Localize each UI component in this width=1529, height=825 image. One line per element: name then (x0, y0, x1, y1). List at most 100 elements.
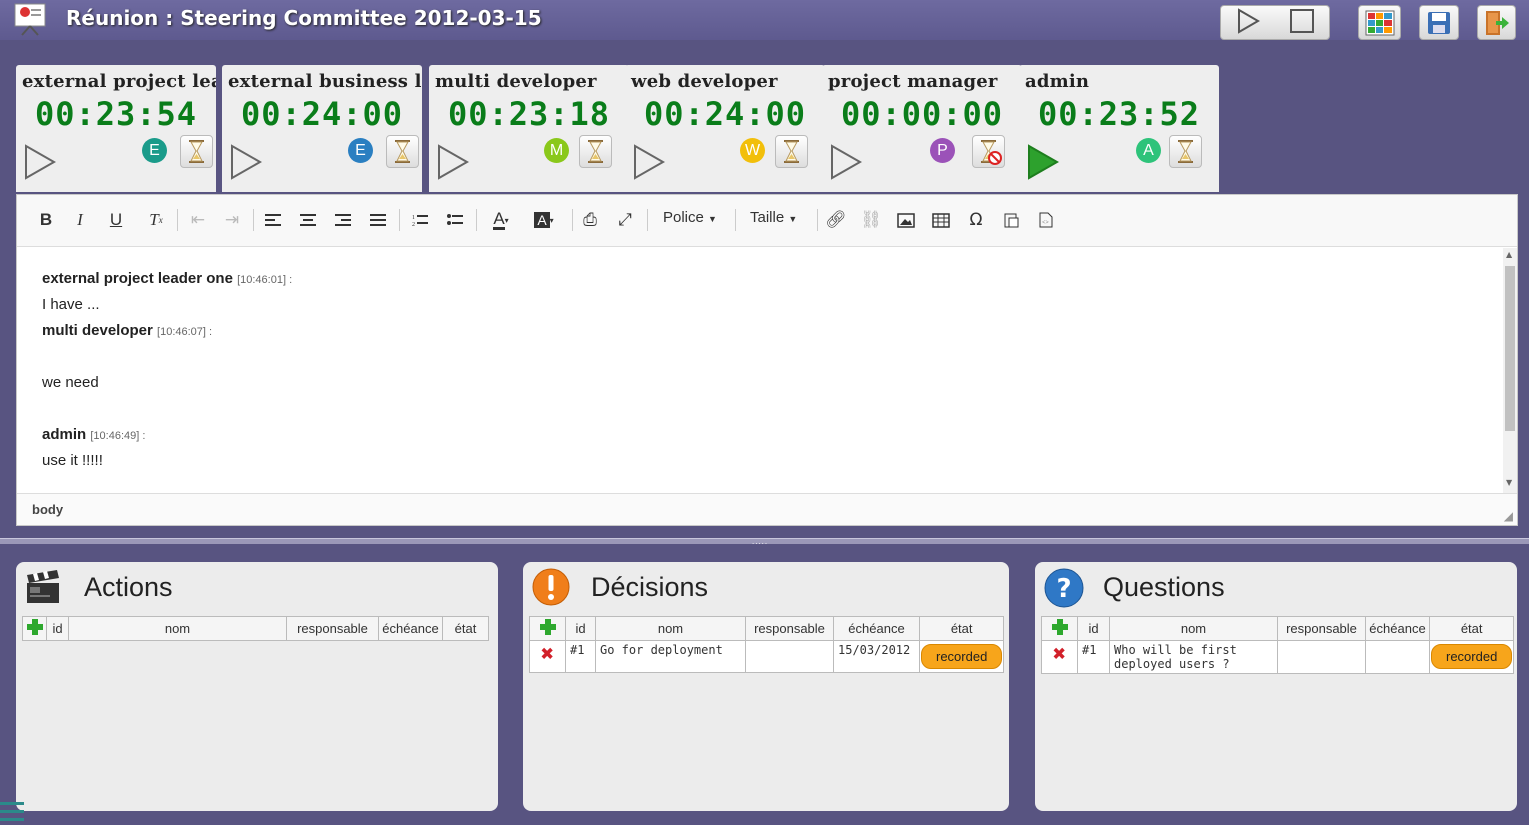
participant-name: external project lead (22, 71, 216, 92)
resize-handle-icon[interactable]: ◢ (1504, 509, 1513, 523)
unlink-icon[interactable]: ⛓︎ (858, 207, 884, 233)
svg-text:<>: <> (1042, 220, 1049, 226)
column-header[interactable]: id (565, 616, 596, 641)
play-icon[interactable] (631, 143, 667, 181)
row-etat[interactable]: recorded (918, 640, 1005, 673)
play-icon[interactable] (1234, 7, 1262, 39)
column-header[interactable]: échéance (378, 616, 443, 641)
hourglass-icon[interactable] (579, 135, 612, 168)
participant-card[interactable]: project manager 00:00:00 P (822, 65, 1022, 192)
column-header[interactable]: état (442, 616, 489, 641)
underline-button[interactable]: U (103, 207, 129, 233)
status-badge[interactable]: recorded (1431, 644, 1513, 669)
delete-row-button[interactable]: ✖ (1041, 640, 1078, 674)
row-etat[interactable]: recorded (1428, 640, 1515, 674)
status-badge[interactable]: recorded (921, 644, 1003, 669)
column-header[interactable]: id (1077, 616, 1110, 641)
size-dropdown[interactable]: Taille ▼ (750, 209, 797, 226)
participant-card[interactable]: admin 00:23:52 A (1019, 65, 1219, 192)
align-center-icon[interactable] (295, 207, 321, 233)
hourglass-icon[interactable] (1169, 135, 1202, 168)
print-icon[interactable]: ⎙ (577, 207, 603, 233)
column-header[interactable]: responsable (286, 616, 379, 641)
add-row-button[interactable] (1041, 616, 1078, 641)
column-header[interactable]: état (918, 616, 1005, 641)
image-icon[interactable] (893, 207, 919, 233)
editor-content[interactable]: external project leader one [10:46:01] :… (17, 248, 1501, 493)
decisions-panel: Décisions id nom responsable échéance état ✖… (523, 562, 1009, 811)
background-color-icon[interactable]: A ▾ (525, 207, 563, 233)
add-row-button[interactable] (529, 616, 566, 641)
outdent-icon[interactable]: ⇤ (185, 207, 211, 233)
row-responsable[interactable] (1277, 640, 1366, 674)
layout-button[interactable] (1358, 5, 1401, 40)
message-separator: : (205, 326, 213, 338)
table-icon[interactable] (928, 207, 954, 233)
rich-text-editor[interactable]: B I U Tx ⇤ ⇥ 12 A ▾ A ▾ ⎙ ⤢ Police ▼ Taill… (16, 194, 1518, 526)
column-header[interactable]: id (46, 616, 69, 641)
play-icon[interactable] (228, 143, 264, 181)
special-char-icon[interactable]: Ω (963, 207, 989, 233)
participant-card[interactable]: external business lea 00:24:00 E (222, 65, 422, 192)
hourglass-icon[interactable] (775, 135, 808, 168)
participant-card[interactable]: web developer 00:24:00 W (625, 65, 825, 192)
menu-icon[interactable] (0, 800, 26, 825)
scrollbar-thumb[interactable] (1505, 266, 1515, 431)
bold-button[interactable]: B (33, 207, 59, 233)
align-left-icon[interactable] (260, 207, 286, 233)
table-row[interactable]: ✖ #1 Who will be first deployed users ? … (1041, 640, 1515, 674)
play-icon[interactable] (435, 143, 471, 181)
splitter[interactable]: ..... (0, 538, 1529, 546)
paste-word-icon[interactable] (998, 207, 1024, 233)
font-dropdown[interactable]: Police ▼ (663, 209, 717, 226)
timer-controls (1220, 5, 1330, 40)
participant-card[interactable]: multi developer 00:23:18 M (429, 65, 629, 192)
scroll-down-icon[interactable]: ▼ (1506, 478, 1512, 487)
fullscreen-icon[interactable]: ⤢ (612, 207, 638, 233)
scroll-up-icon[interactable]: ▲ (1506, 250, 1512, 259)
remove-format-button[interactable]: Tx (143, 207, 169, 233)
table-row[interactable]: ✖ #1 Go for deployment 15/03/2012 record… (529, 640, 1005, 673)
column-header[interactable]: nom (1109, 616, 1278, 641)
text-color-icon[interactable]: A ▾ (484, 207, 518, 233)
participant-timer: 00:00:00 (840, 95, 1004, 133)
save-button[interactable] (1419, 5, 1459, 40)
participant-name: multi developer (435, 71, 597, 92)
column-header[interactable]: état (1428, 616, 1515, 641)
editor-scrollbar[interactable]: ▲ ▼ (1503, 248, 1517, 493)
numbered-list-icon[interactable]: 12 (407, 207, 433, 233)
floppy-disk-icon (1428, 11, 1450, 34)
indent-icon[interactable]: ⇥ (219, 207, 245, 233)
exit-button[interactable] (1477, 5, 1516, 40)
link-icon[interactable]: 🔗︎ (823, 207, 849, 233)
participant-timer: 00:24:00 (240, 95, 404, 133)
align-right-icon[interactable] (330, 207, 356, 233)
column-header[interactable]: échéance (833, 616, 920, 641)
hourglass-icon[interactable] (386, 135, 419, 168)
delete-row-button[interactable]: ✖ (529, 640, 566, 673)
play-icon[interactable] (22, 143, 58, 181)
stop-icon[interactable] (1288, 7, 1316, 39)
column-header[interactable]: échéance (1365, 616, 1430, 641)
hourglass-disabled-icon[interactable] (972, 135, 1005, 168)
italic-button[interactable]: I (67, 207, 93, 233)
justify-icon[interactable] (365, 207, 391, 233)
element-path[interactable]: body (32, 502, 63, 517)
row-responsable[interactable] (745, 640, 834, 673)
play-icon[interactable] (1025, 143, 1061, 181)
add-row-button[interactable] (22, 616, 47, 641)
column-header[interactable]: nom (68, 616, 287, 641)
participant-card[interactable]: external project lead 00:23:54 E (16, 65, 216, 192)
row-nom[interactable]: Who will be first deployed users ? (1109, 640, 1278, 674)
hourglass-icon[interactable] (180, 135, 213, 168)
column-header[interactable]: responsable (1277, 616, 1366, 641)
row-echeance[interactable] (1365, 640, 1430, 674)
column-header[interactable]: responsable (745, 616, 834, 641)
source-code-icon[interactable]: <> (1033, 207, 1059, 233)
bullet-list-icon[interactable] (442, 207, 468, 233)
play-icon[interactable] (828, 143, 864, 181)
editor-statusbar: body ◢ (17, 493, 1517, 525)
row-nom[interactable]: Go for deployment (595, 640, 746, 673)
column-header[interactable]: nom (595, 616, 746, 641)
row-echeance[interactable]: 15/03/2012 (833, 640, 920, 673)
